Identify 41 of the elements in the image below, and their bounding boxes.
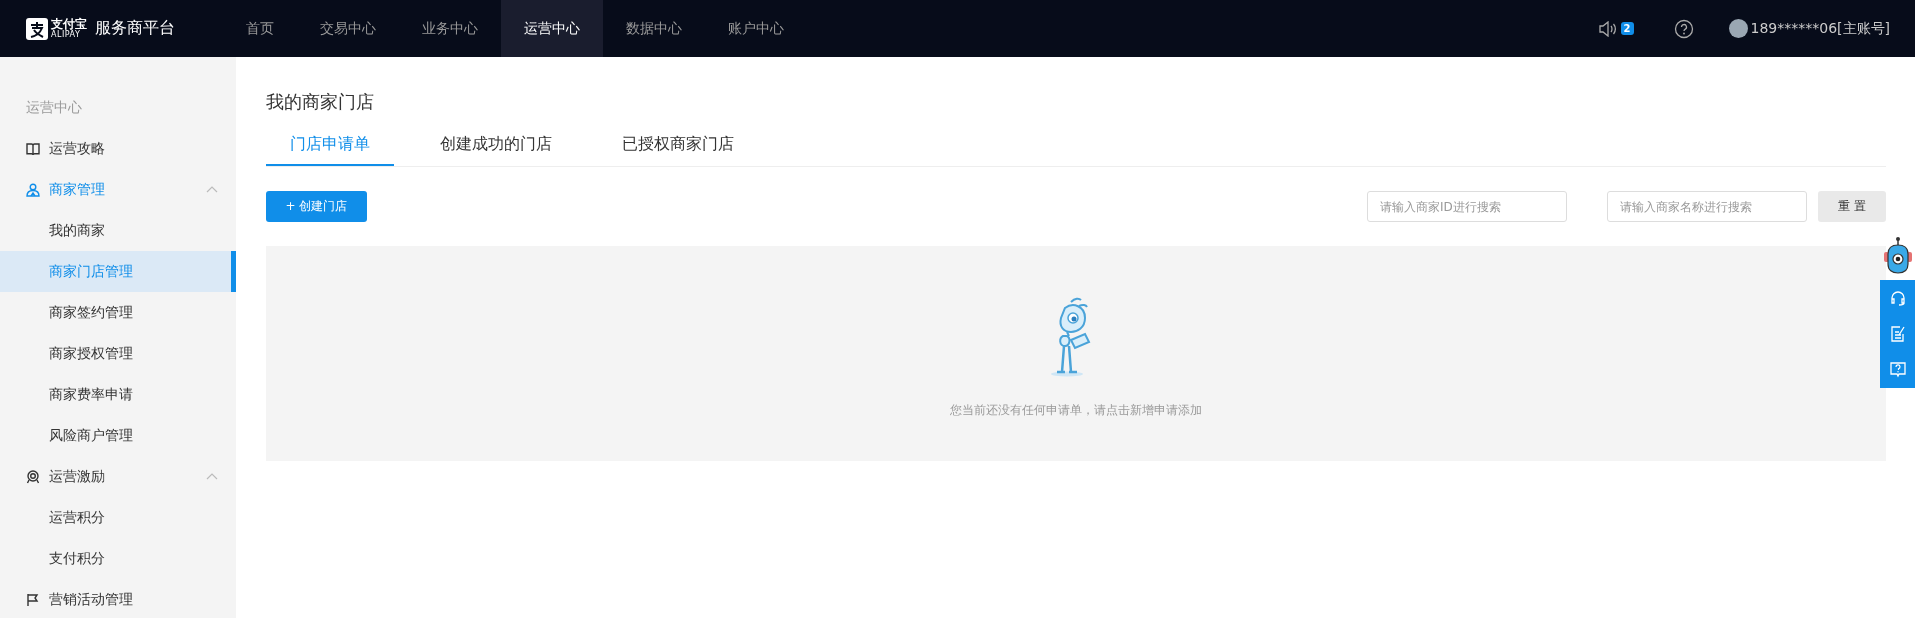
- nav-tab[interactable]: 账户中心: [705, 0, 807, 57]
- tab[interactable]: 创建成功的门店: [416, 134, 576, 166]
- brand-name: 支付宝: [51, 18, 87, 30]
- edit-form-icon[interactable]: [1889, 326, 1906, 342]
- sidebar-subitem[interactable]: 商家签约管理: [0, 292, 236, 333]
- nav-tab[interactable]: 运营中心: [501, 0, 603, 57]
- reset-button[interactable]: 重 置: [1818, 191, 1886, 222]
- headset-icon[interactable]: [1889, 290, 1906, 306]
- sidebar-subitem[interactable]: 商家费率申请: [0, 374, 236, 415]
- person-icon: [26, 182, 40, 197]
- brand-subtitle: ALIPAY: [51, 31, 81, 39]
- nav-tab[interactable]: 交易中心: [297, 0, 399, 57]
- user-account-name[interactable]: 189******06[主账号]: [1750, 19, 1890, 38]
- robot-mascot-icon[interactable]: [1883, 236, 1913, 276]
- book-icon: [26, 141, 40, 156]
- page-title: 我的商家门店: [266, 90, 375, 114]
- sidebar-heading: 运营中心: [25, 97, 83, 117]
- user-avatar[interactable]: [1728, 19, 1748, 38]
- flag-icon: [26, 592, 40, 607]
- tab[interactable]: 门店申请单: [266, 134, 394, 166]
- empty-state-message: 您当前还没有任何申请单，请点击新增申请添加: [950, 402, 1202, 419]
- search-field[interactable]: 请输入商家ID进行搜索: [1367, 191, 1567, 222]
- sidebar-subitem[interactable]: 运营积分: [0, 497, 236, 538]
- sidebar-item[interactable]: 运营激励: [0, 456, 236, 497]
- sidebar-subitem[interactable]: 商家授权管理: [0, 333, 236, 374]
- medal-icon: [26, 469, 40, 484]
- logo-icon: [26, 17, 48, 40]
- speaker-icon[interactable]: [1598, 20, 1617, 37]
- help-icon[interactable]: [1673, 18, 1694, 39]
- sidebar-subitem[interactable]: 支付积分: [0, 538, 236, 579]
- nav-tab[interactable]: 数据中心: [603, 0, 705, 57]
- notification-badge: 2: [1620, 22, 1634, 35]
- sidebar-subitem[interactable]: 风险商户管理: [0, 415, 236, 456]
- nav-tab[interactable]: 业务中心: [399, 0, 501, 57]
- nav-tab[interactable]: 首页: [223, 0, 297, 57]
- search-field[interactable]: 请输入商家名称进行搜索: [1607, 191, 1807, 222]
- platform-title: 服务商平台: [95, 18, 175, 39]
- sidebar-item[interactable]: 营销活动管理: [0, 579, 236, 618]
- sidebar-subitem[interactable]: 我的商家: [0, 210, 236, 251]
- tab[interactable]: 已授权商家门店: [598, 134, 758, 166]
- sidebar-item[interactable]: 运营攻略: [0, 128, 236, 169]
